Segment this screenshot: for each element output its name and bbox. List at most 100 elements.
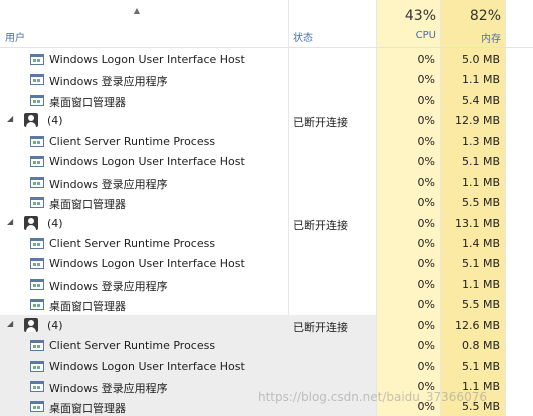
process-cpu: 0% <box>417 339 435 353</box>
process-status: 已断开连接 <box>293 218 348 232</box>
process-memory: 1.4 MB <box>461 236 500 250</box>
process-memory: 5.1 MB <box>461 359 500 373</box>
column-header-cpu[interactable]: CPU <box>376 30 436 41</box>
process-cpu: 0% <box>417 73 435 87</box>
expand-chevron-icon[interactable]: ◢ <box>7 217 15 226</box>
process-name: (4) <box>47 216 63 230</box>
column-header-user[interactable]: 用户 <box>5 29 25 44</box>
app-window-icon <box>30 74 44 86</box>
process-cpu: 0% <box>417 298 435 312</box>
process-memory: 5.4 MB <box>461 93 500 107</box>
app-window-icon <box>30 381 44 392</box>
app-window-icon <box>30 94 44 106</box>
memory-total-percent[interactable]: 82% <box>441 8 501 24</box>
app-window-icon <box>30 135 44 147</box>
process-memory: 5.5 MB <box>461 196 500 210</box>
process-cpu: 0% <box>417 114 435 128</box>
process-memory: 12.9 MB <box>454 114 500 128</box>
process-row[interactable]: Windows 登录应用程序 0% 1.1 MB <box>0 172 533 192</box>
process-name: Windows Logon User Interface Host <box>49 53 245 66</box>
process-name: Windows 登录应用程序 <box>49 75 168 89</box>
cpu-total-percent[interactable]: 43% <box>376 8 436 24</box>
process-memory: 12.6 MB <box>454 318 500 332</box>
process-memory: 5.5 MB <box>461 298 500 312</box>
process-cpu: 0% <box>417 359 435 373</box>
process-cpu: 0% <box>417 175 435 189</box>
process-cpu: 0% <box>417 216 435 230</box>
process-row[interactable]: Client Server Runtime Process 0% 1.3 MB <box>0 131 533 151</box>
app-window-icon <box>30 340 44 352</box>
process-status: 已断开连接 <box>293 320 348 334</box>
process-row[interactable]: Client Server Runtime Process 0% 0.8 MB <box>0 335 533 356</box>
sort-ascending-icon[interactable]: ▲ <box>132 7 142 15</box>
process-row[interactable]: Windows Logon User Interface Host 0% 5.1 M… <box>0 355 533 376</box>
process-name: Client Server Runtime Process <box>49 236 216 250</box>
process-row[interactable]: Client Server Runtime Process 0% 1.4 MB <box>0 233 533 253</box>
user-group-row[interactable]: ◢ (4) 已断开连接 0% 12.9 MB <box>0 110 533 130</box>
app-window-icon <box>30 197 44 209</box>
app-window-icon <box>30 156 44 168</box>
process-row[interactable]: Windows 登录应用程序 0% 1.1 MB <box>0 69 533 89</box>
process-memory: 1.1 MB <box>461 175 500 189</box>
process-row[interactable]: Windows 登录应用程序 0% 1.1 MB <box>0 274 533 294</box>
process-name: Windows Logon User Interface Host <box>49 155 245 169</box>
process-name: Windows Logon User Interface Host <box>49 359 245 373</box>
app-window-icon <box>30 401 44 413</box>
process-name: (4) <box>47 114 63 128</box>
app-window-icon <box>30 360 44 372</box>
process-cpu: 0% <box>417 236 435 250</box>
process-row[interactable]: 桌面窗口管理器 0% 5.5 MB <box>0 192 533 212</box>
process-memory: 1.3 MB <box>461 134 500 148</box>
process-name: Windows 登录应用程序 <box>49 382 168 395</box>
process-list: Windows Logon User Interface Host 0% 5.0 M… <box>0 49 533 416</box>
process-memory: 5.0 MB <box>461 53 500 66</box>
app-window-icon <box>30 237 44 249</box>
process-cpu: 0% <box>417 93 435 107</box>
process-memory: 1.1 MB <box>461 73 500 87</box>
user-group-row[interactable]: ◢ (4) 已断开连接 0% 13.1 MB <box>0 213 533 233</box>
table-header: ▲ 用户 状态 43% CPU 82% 内存 <box>0 0 533 48</box>
watermark-text: https://blog.csdn.net/baidu_37366076 <box>258 390 487 404</box>
process-cpu: 0% <box>417 53 435 66</box>
process-name: Windows Logon User Interface Host <box>49 257 245 271</box>
app-window-icon <box>30 176 44 188</box>
app-window-icon <box>30 299 44 311</box>
process-cpu: 0% <box>417 257 435 271</box>
app-window-icon <box>30 54 44 65</box>
process-name: 桌面窗口管理器 <box>49 95 126 109</box>
expand-chevron-icon[interactable]: ◢ <box>7 319 15 328</box>
process-status: 已断开连接 <box>293 116 348 130</box>
user-group-row[interactable]: ◢ (4) 已断开连接 0% 12.6 MB <box>0 314 533 336</box>
process-cpu: 0% <box>417 277 435 291</box>
process-name: Windows 登录应用程序 <box>49 279 168 293</box>
process-row[interactable]: 桌面窗口管理器 0% 5.5 MB <box>0 294 533 314</box>
process-cpu: 0% <box>417 134 435 148</box>
process-name: 桌面窗口管理器 <box>49 300 126 314</box>
process-memory: 5.1 MB <box>461 257 500 271</box>
user-icon <box>24 113 38 128</box>
process-cpu: 0% <box>417 318 435 332</box>
process-memory: 13.1 MB <box>454 216 500 230</box>
process-name: Client Server Runtime Process <box>49 134 216 148</box>
process-name: 桌面窗口管理器 <box>49 402 126 416</box>
column-header-status[interactable]: 状态 <box>293 29 313 44</box>
process-memory: 1.1 MB <box>461 277 500 291</box>
process-name: (4) <box>47 318 63 332</box>
process-memory: 0.8 MB <box>461 339 500 353</box>
process-name: 桌面窗口管理器 <box>49 198 126 212</box>
expand-chevron-icon[interactable]: ◢ <box>7 115 15 123</box>
user-icon <box>24 215 38 230</box>
user-icon <box>24 317 38 332</box>
process-row[interactable]: Windows Logon User Interface Host 0% 5.1 M… <box>0 253 533 273</box>
app-window-icon <box>30 258 44 270</box>
process-cpu: 0% <box>417 155 435 169</box>
process-row[interactable]: Windows Logon User Interface Host 0% 5.1 M… <box>0 151 533 171</box>
process-row[interactable]: Windows Logon User Interface Host 0% 5.0 M… <box>0 49 533 69</box>
process-name: Windows 登录应用程序 <box>49 177 168 191</box>
column-header-memory[interactable]: 内存 <box>441 30 501 45</box>
process-cpu: 0% <box>417 196 435 210</box>
process-name: Client Server Runtime Process <box>49 339 216 353</box>
process-memory: 5.1 MB <box>461 155 500 169</box>
process-row[interactable]: 桌面窗口管理器 0% 5.4 MB <box>0 90 533 110</box>
app-window-icon <box>30 278 44 290</box>
